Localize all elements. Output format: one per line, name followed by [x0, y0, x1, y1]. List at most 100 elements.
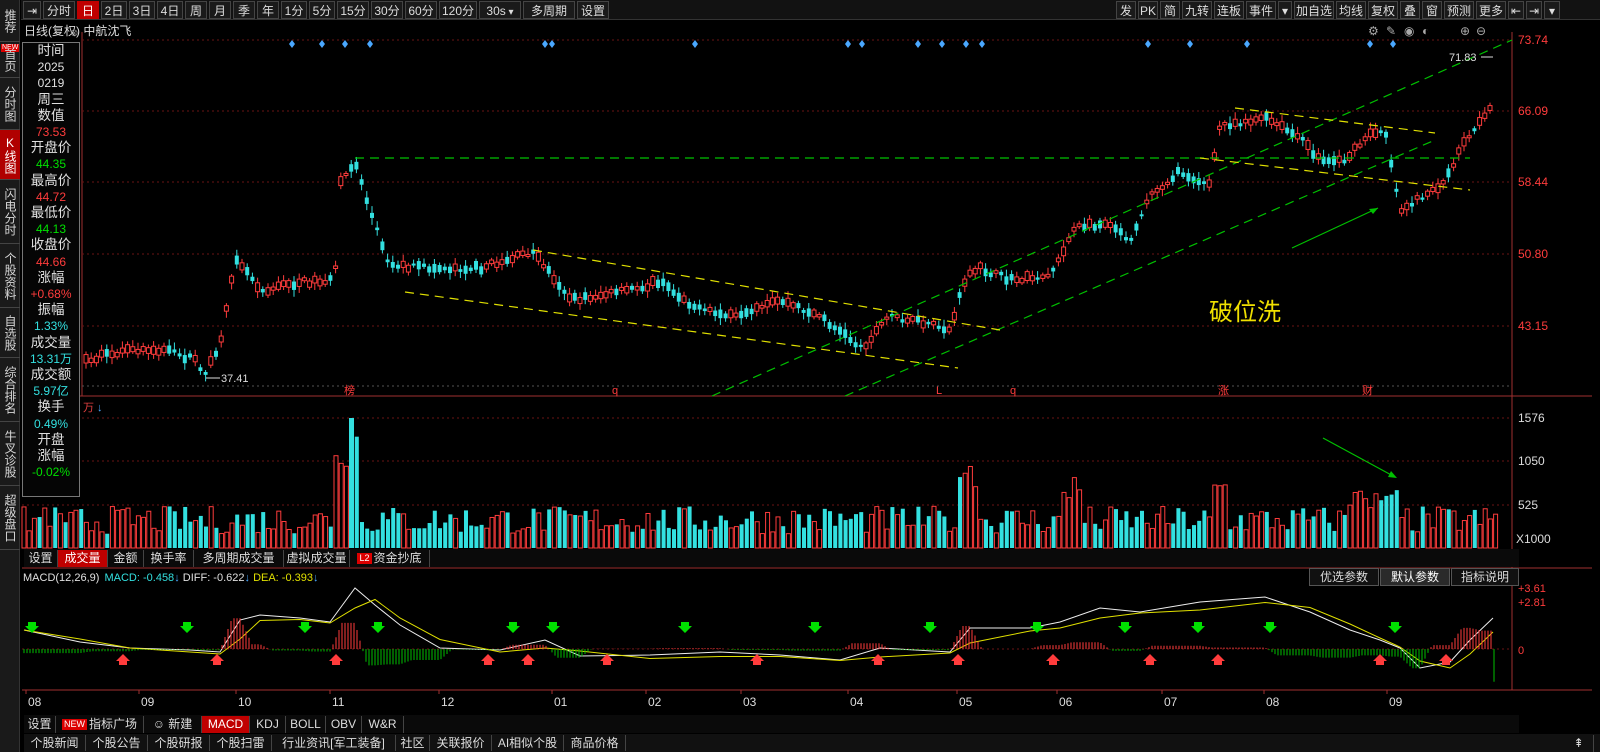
candlestick: [1290, 123, 1295, 143]
volume-bar: [1056, 515, 1062, 549]
volume-bar: [474, 526, 479, 548]
volume-bar: [1415, 531, 1421, 549]
signal-diamond-icon: [542, 40, 548, 48]
footer-tab-2[interactable]: 个股研报: [148, 735, 210, 751]
candlestick: [1165, 178, 1171, 189]
indicator-tab-1[interactable]: 成交量: [58, 550, 108, 567]
signal-diamond-icon: [1244, 40, 1250, 48]
candlestick: [567, 287, 573, 307]
indicator-tab-4[interactable]: 多周期成交量: [194, 550, 284, 567]
new-badge: NEW: [61, 719, 87, 730]
bottom-tab-6[interactable]: OBV: [326, 716, 362, 733]
candlestick: [1014, 271, 1020, 288]
candlestick: [1399, 204, 1405, 217]
candlestick: [983, 263, 988, 282]
scroll-top-icon[interactable]: ⇞: [1564, 735, 1594, 752]
volume-bar: [1301, 508, 1306, 548]
volume-bar: [926, 516, 931, 548]
candlestick: [1238, 119, 1243, 131]
indicator-tab-0[interactable]: 设置: [24, 550, 58, 567]
macd-params: MACD(12,26,9): [23, 572, 100, 584]
candlestick: [910, 314, 916, 325]
volume-bar: [551, 506, 557, 549]
candlestick: [541, 258, 547, 272]
event-mark: q: [612, 385, 618, 397]
volume-bar: [312, 514, 318, 549]
bottom-tab-0[interactable]: 设置: [24, 716, 56, 733]
event-mark: 榜: [344, 383, 355, 397]
volume-bar: [1233, 526, 1239, 549]
param-button-1[interactable]: 默认参数: [1380, 568, 1450, 586]
event-mark: 涨: [1218, 384, 1229, 397]
bottom-tab-3[interactable]: MACD: [202, 716, 250, 733]
indicator-tab-3[interactable]: 换手率: [144, 550, 194, 567]
volume-bar: [630, 531, 635, 548]
candlestick: [172, 342, 177, 356]
volume-bar: [99, 531, 105, 549]
candlestick: [733, 307, 739, 321]
candlestick: [1129, 234, 1134, 245]
macd-axis-label: +3.61: [1518, 583, 1546, 595]
volume-bar: [1155, 513, 1161, 549]
bottom-tab-5[interactable]: BOLL: [286, 716, 326, 733]
volume-bar: [286, 529, 292, 549]
candlestick: [754, 301, 760, 317]
bottom-tab-1[interactable]: NEW 指标广场: [56, 716, 144, 733]
param-button-0[interactable]: 优选参数: [1309, 568, 1379, 586]
diff-value: DIFF: -0.622: [182, 572, 245, 584]
indicator-tab-2[interactable]: 金额: [108, 550, 144, 567]
volume-bar: [125, 507, 131, 549]
kline-chart[interactable]: 73.74 66.09 58.44 50.80 43.15 37.41 71.83 ⚙ ✎ ◉ ◐ ⊕…: [0, 0, 1600, 752]
candlestick: [437, 262, 442, 275]
info-panel-row: -0.02%: [31, 465, 71, 480]
footer-tab-5[interactable]: 社区: [396, 735, 430, 751]
footer-tab-6[interactable]: 关联报价: [430, 735, 492, 751]
bottom-tab-7[interactable]: W&R: [362, 716, 404, 733]
candlestick: [1394, 182, 1399, 198]
candlestick: [192, 349, 198, 367]
volume-bar: [265, 527, 271, 549]
footer-tab-3[interactable]: 个股扫雷: [210, 735, 272, 751]
candlestick: [624, 282, 630, 296]
volume-bar: [937, 510, 942, 548]
footer-tab-8[interactable]: 商品价格: [564, 735, 626, 751]
volume-bar: [744, 518, 749, 548]
volume-bar: [967, 465, 973, 549]
footer-tab-4[interactable]: 行业资讯[军工装备]: [272, 735, 396, 751]
volume-bar: [718, 515, 723, 548]
volume-bar: [770, 531, 776, 549]
footer-tab-7[interactable]: AI相似个股: [492, 735, 564, 751]
indicator-tab-6[interactable]: L2 资金抄底: [350, 550, 430, 567]
bottom-tab-4[interactable]: KDJ: [250, 716, 286, 733]
volume-bar: [1487, 518, 1493, 549]
candlestick: [452, 258, 458, 277]
volume-bar: [1347, 504, 1353, 549]
volume-bar: [1368, 507, 1374, 549]
footer-tab-1[interactable]: 个股公告: [86, 735, 148, 751]
volume-bar: [1040, 531, 1046, 549]
info-panel-row: 周三: [37, 91, 65, 107]
candlestick: [114, 348, 120, 360]
candlestick: [474, 258, 478, 273]
volume-bar: [1305, 519, 1311, 549]
candlestick: [364, 191, 369, 211]
param-button-2[interactable]: 指标说明: [1451, 568, 1519, 586]
candlestick: [1472, 126, 1477, 135]
candlestick: [988, 268, 993, 281]
info-panel-row: 换手: [37, 399, 65, 415]
indicator-tab-5[interactable]: 虚拟成交量: [284, 550, 350, 567]
candlestick: [338, 172, 344, 190]
volume-bar: [515, 530, 521, 549]
signal-diamond-icon: [979, 40, 985, 48]
candlestick: [796, 300, 801, 314]
footer-tab-0[interactable]: 个股新闻: [24, 735, 86, 751]
candlestick: [458, 264, 463, 278]
arrow-down-icon: ↓: [244, 572, 251, 584]
buy-signal-arrow-icon: [116, 654, 130, 665]
volume-bar: [1228, 529, 1233, 548]
volume-bar: [386, 519, 390, 548]
candlestick: [822, 311, 827, 327]
candlestick: [411, 259, 416, 268]
bottom-tab-2[interactable]: ☺ 新建: [144, 716, 202, 733]
bottom-tab-label: 新建: [168, 717, 193, 731]
